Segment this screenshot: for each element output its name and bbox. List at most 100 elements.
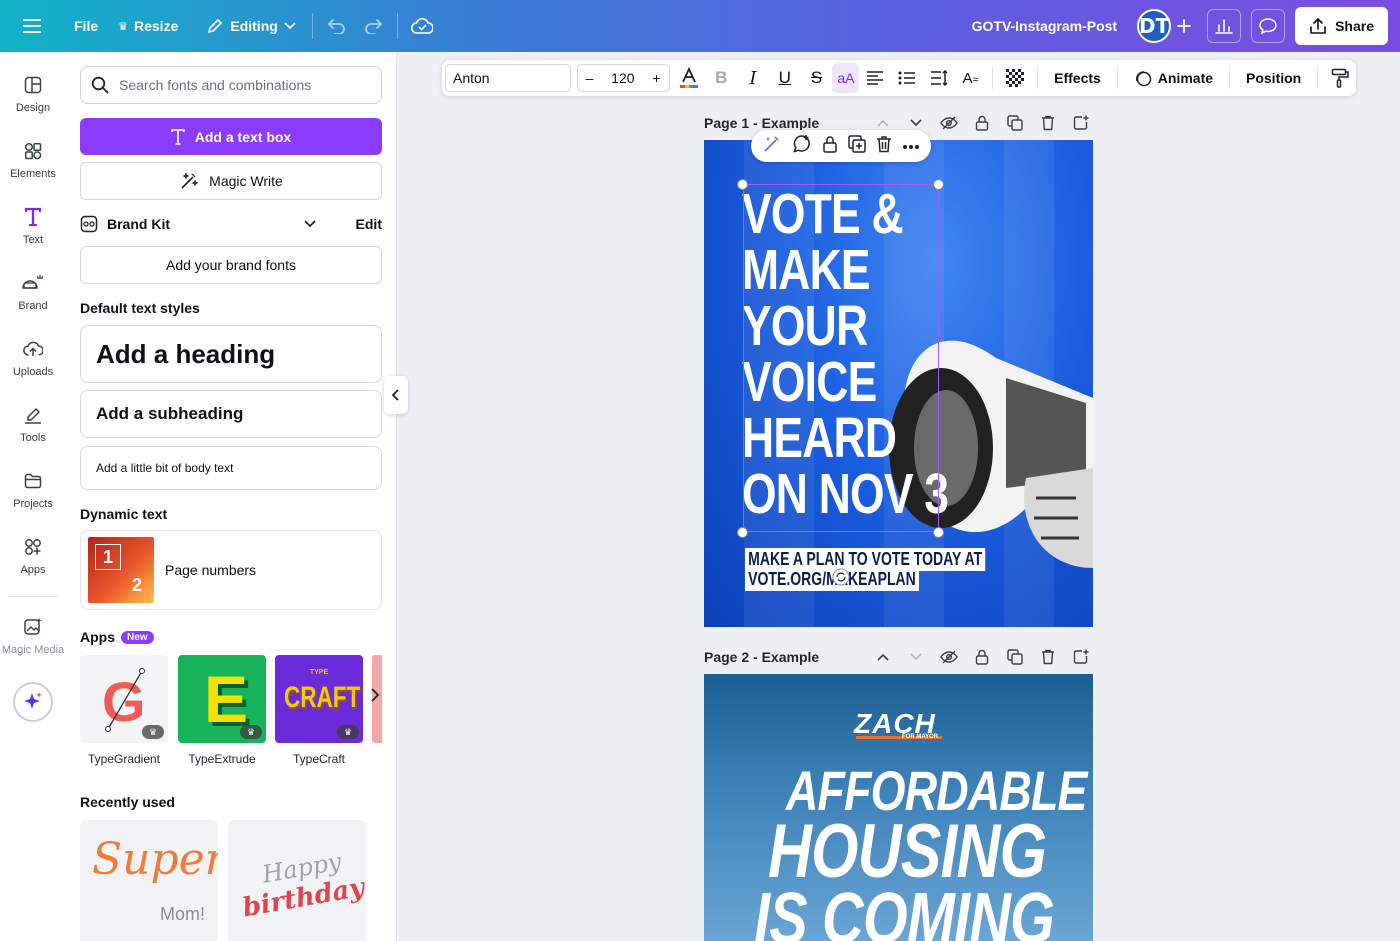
rail-item-apps[interactable]: Apps (0, 534, 66, 576)
lock-icon[interactable] (822, 135, 838, 158)
chevron-down-icon[interactable] (903, 646, 928, 668)
rail-item-brand[interactable]: Brand (0, 270, 66, 312)
rail-item-text[interactable]: Text (0, 204, 66, 246)
resize-handle[interactable] (737, 179, 748, 190)
recent-text-line2: Mom! (160, 904, 205, 924)
add-collaborator-icon[interactable] (1171, 8, 1197, 44)
decrease-size-button[interactable]: – (586, 70, 594, 86)
page-2-title[interactable]: Page 2 - Example (704, 649, 819, 665)
share-button[interactable]: Share (1295, 7, 1388, 45)
magic-write-button[interactable]: Magic Write (80, 162, 382, 200)
bold-button[interactable]: B (705, 63, 737, 93)
lock-icon[interactable] (969, 112, 994, 134)
underline-button[interactable]: U (769, 63, 801, 93)
lock-icon[interactable] (969, 646, 994, 668)
font-family-value: Anton (453, 70, 490, 86)
trash-icon[interactable] (876, 135, 892, 158)
editing-mode-dropdown[interactable]: Editing (196, 8, 305, 44)
more-options-icon[interactable] (902, 137, 920, 155)
search-input[interactable] (119, 77, 369, 93)
chevron-left-icon (392, 389, 399, 401)
increase-size-button[interactable]: + (652, 70, 660, 86)
app-typegradient[interactable]: G ♛ (80, 655, 168, 743)
page-2-header: Page 2 - Example (704, 646, 1093, 668)
resize-handle[interactable] (933, 527, 944, 538)
body-style-label: Add a little bit of body text (96, 461, 234, 475)
rail-item-tools[interactable]: Tools (0, 402, 66, 444)
text-format-toolbar: Anton – 120 + B I U S aA A≈ Effects Anim… (442, 60, 1356, 96)
animate-button[interactable]: Animate (1124, 69, 1223, 87)
heading-style-card[interactable]: Add a heading (80, 325, 382, 383)
avatar[interactable]: DT (1137, 9, 1172, 43)
app-typeextrude[interactable]: E ♛ (178, 655, 266, 743)
position-button[interactable]: Position (1236, 70, 1311, 86)
magic-assistant-button[interactable] (13, 682, 53, 722)
insights-button[interactable] (1207, 9, 1242, 43)
text-style-button[interactable]: A≈ (955, 63, 987, 93)
brand-kit-edit-link[interactable]: Edit (356, 216, 382, 232)
draw-tool-icon (0, 402, 66, 428)
duplicate-icon[interactable] (1002, 112, 1027, 134)
recent-font-super-mom[interactable]: Super Mom! (80, 820, 218, 941)
chevron-down-icon[interactable] (303, 220, 316, 228)
spacing-button[interactable] (923, 63, 955, 93)
copy-style-button[interactable] (1324, 63, 1356, 93)
text-color-button[interactable] (674, 63, 706, 93)
rail-item-design[interactable]: Design (0, 72, 66, 114)
file-menu[interactable]: File (64, 8, 108, 44)
document-title[interactable]: GOTV-Instagram-Post (972, 18, 1117, 34)
trash-icon[interactable] (1035, 112, 1060, 134)
magic-edit-icon[interactable] (762, 134, 782, 159)
recent-font-happy-birthday[interactable]: Happy birthday! (228, 820, 366, 941)
duplicate-icon[interactable] (848, 134, 866, 158)
add-text-box-button[interactable]: Add a text box (80, 118, 382, 155)
page-1-canvas[interactable]: VOTE & MAKE YOUR VOICE HEARD ON NOV 3 MA… (704, 140, 1093, 627)
add-page-icon[interactable] (1068, 112, 1093, 134)
body-style-card[interactable]: Add a little bit of body text (80, 446, 382, 490)
rotate-handle-icon[interactable] (832, 568, 850, 591)
comments-button[interactable] (1251, 9, 1286, 43)
add-page-icon[interactable] (1068, 646, 1093, 668)
resize-button[interactable]: ♛ Resize (108, 8, 188, 44)
pencil-icon (208, 19, 223, 33)
add-brand-fonts-button[interactable]: Add your brand fonts (80, 246, 382, 284)
app-typecraft[interactable]: TYPE CRAFT ♛ (275, 655, 363, 743)
page-2-canvas[interactable]: ZACH FOR MAYOR AFFORDABLE HOUSING IS COM… (704, 674, 1093, 941)
alignment-button[interactable] (859, 63, 891, 93)
strikethrough-button[interactable]: S (801, 63, 833, 93)
rail-item-uploads[interactable]: Uploads (0, 336, 66, 378)
hide-page-icon[interactable] (936, 646, 961, 668)
cloud-saved-icon[interactable] (404, 8, 440, 44)
duplicate-icon[interactable] (1002, 646, 1027, 668)
page-2-line[interactable]: IS COMING (754, 878, 1055, 941)
trash-icon[interactable] (1035, 646, 1060, 668)
brand-kit-label[interactable]: Brand Kit (107, 216, 170, 232)
font-family-select[interactable]: Anton (445, 64, 571, 92)
list-button[interactable] (891, 63, 923, 93)
chevron-up-icon[interactable] (870, 646, 895, 668)
apps-heading: Apps New (80, 629, 154, 645)
page-1-title[interactable]: Page 1 - Example (704, 115, 819, 131)
italic-button[interactable]: I (737, 63, 769, 93)
subheading-style-card[interactable]: Add a subheading (80, 390, 382, 438)
font-size-value[interactable]: 120 (611, 70, 634, 86)
letter-case-button[interactable]: aA (832, 63, 860, 93)
add-brand-fonts-label: Add your brand fonts (166, 257, 296, 273)
resize-handle[interactable] (737, 527, 748, 538)
rail-item-magic-media[interactable]: Magic Media (0, 614, 66, 656)
font-size-stepper[interactable]: – 120 + (576, 64, 670, 92)
font-search[interactable] (80, 66, 382, 104)
menu-icon[interactable] (14, 8, 50, 44)
comment-add-icon[interactable] (792, 134, 812, 159)
chevron-right-icon[interactable] (370, 688, 380, 707)
page-numbers-card[interactable]: 1 2 Page numbers (80, 530, 382, 610)
effects-button[interactable]: Effects (1044, 70, 1111, 86)
undo-icon[interactable] (319, 8, 355, 44)
rail-item-projects[interactable]: Projects (0, 468, 66, 510)
resize-handle[interactable] (933, 179, 944, 190)
hide-page-icon[interactable] (936, 112, 961, 134)
redo-icon[interactable] (355, 8, 391, 44)
rail-item-elements[interactable]: Elements (0, 138, 66, 180)
transparency-button[interactable] (999, 63, 1031, 93)
collapse-panel-button[interactable] (384, 376, 408, 414)
